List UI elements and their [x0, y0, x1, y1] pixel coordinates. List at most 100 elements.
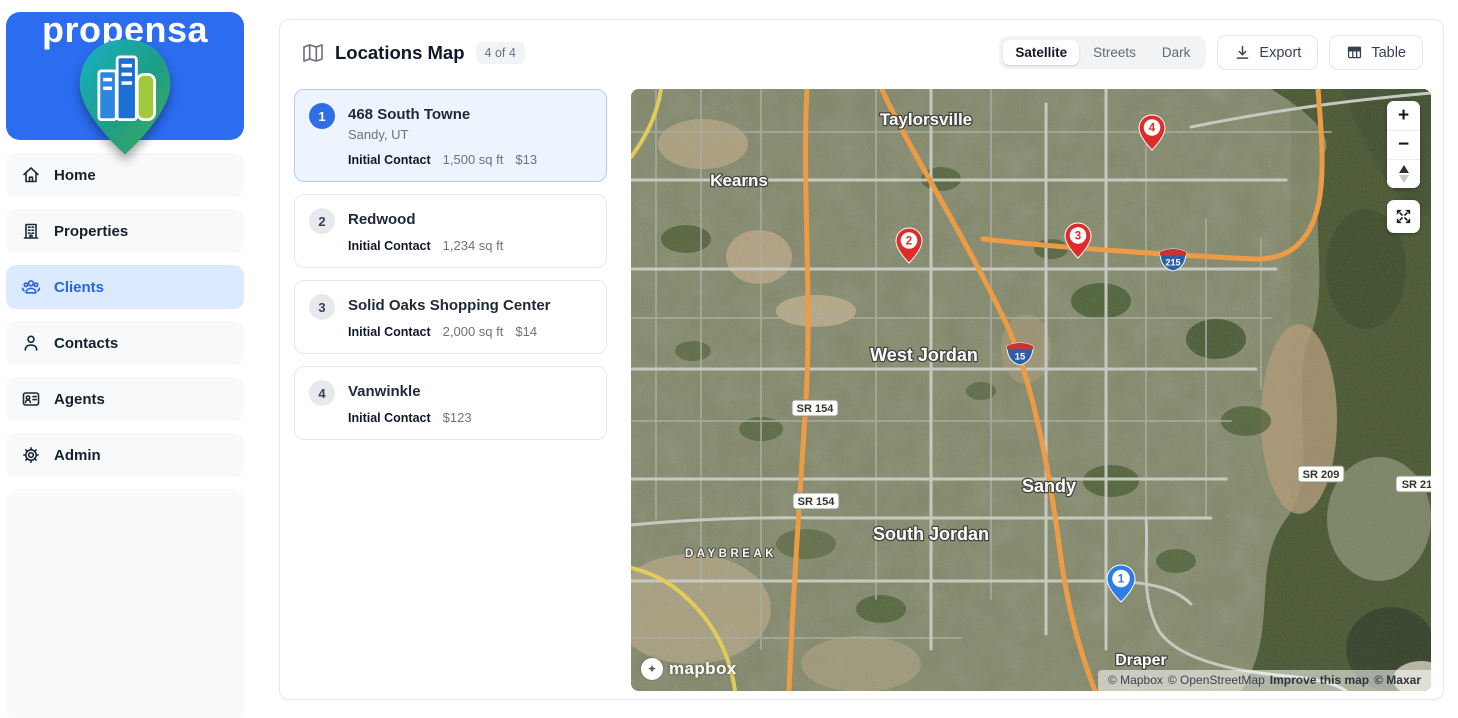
location-card-2[interactable]: 2 Redwood Initial Contact 1,234 sq ft	[294, 194, 607, 268]
zoom-in-button[interactable]: +	[1387, 101, 1420, 130]
attribution-osm-link[interactable]: © OpenStreetMap	[1168, 673, 1265, 687]
fullscreen-button[interactable]	[1387, 200, 1420, 233]
location-name: Redwood	[348, 211, 503, 228]
sidebar-item-contacts[interactable]: Contacts	[6, 321, 244, 365]
svg-text:4: 4	[1149, 123, 1156, 135]
building-icon	[21, 221, 41, 241]
sidebar-item-label: Agents	[54, 391, 105, 408]
sidebar-item-label: Properties	[54, 223, 128, 240]
sidebar-item-home[interactable]: Home	[6, 153, 244, 197]
shield-sr209: SR 209	[1298, 466, 1344, 482]
map-label-daybreak: DAYBREAK	[685, 548, 777, 560]
svg-text:SR 209: SR 209	[1303, 469, 1340, 481]
sidebar-item-clients[interactable]: Clients	[6, 265, 244, 309]
home-icon	[21, 165, 41, 185]
sidebar-item-admin[interactable]: Admin	[6, 433, 244, 477]
style-option-satellite[interactable]: Satellite	[1003, 40, 1079, 65]
map-label-kearns: Kearns	[710, 171, 768, 190]
attribution-mapbox-link[interactable]: © Mapbox	[1108, 673, 1163, 687]
location-name: Solid Oaks Shopping Center	[348, 297, 551, 314]
location-card-4[interactable]: 4 Vanwinkle Initial Contact $123	[294, 366, 607, 440]
page-title: Locations Map	[335, 42, 465, 64]
improve-this-map-link[interactable]: Improve this map	[1270, 673, 1369, 687]
app-window: propensa Home	[0, 0, 1458, 718]
shield-sr154-upper: SR 154	[792, 400, 838, 416]
map-canvas[interactable]: Taylorsville Kearns West Jordan South Jo…	[631, 89, 1431, 691]
shield-sr154-lower: SR 154	[793, 493, 839, 509]
map-style-switcher: Satellite Streets Dark	[999, 36, 1206, 69]
location-stage: Initial Contact	[348, 239, 431, 253]
map-label-west-jordan: West Jordan	[870, 345, 978, 365]
header-actions: Satellite Streets Dark Export	[999, 35, 1423, 70]
svg-text:15: 15	[1015, 352, 1026, 363]
location-card-3[interactable]: 3 Solid Oaks Shopping Center Initial Con…	[294, 280, 607, 354]
location-stage: Initial Contact	[348, 325, 431, 339]
location-price: $13	[515, 152, 537, 167]
svg-text:SR 154: SR 154	[798, 496, 836, 508]
table-icon	[1346, 44, 1363, 61]
style-option-dark[interactable]: Dark	[1150, 40, 1203, 65]
svg-text:215: 215	[1165, 258, 1180, 268]
location-price: $123	[443, 410, 472, 425]
sidebar-item-label: Admin	[54, 447, 101, 464]
fullscreen-icon	[1394, 207, 1413, 226]
sidebar-item-label: Home	[54, 167, 96, 184]
gear-icon	[21, 445, 41, 465]
clients-icon	[21, 277, 41, 297]
location-area: 1,234 sq ft	[443, 238, 504, 253]
brand-pin-icon	[72, 36, 178, 158]
compass-button[interactable]	[1387, 159, 1420, 188]
shield-sr21: SR 21	[1396, 476, 1431, 492]
sidebar-item-agents[interactable]: Agents	[6, 377, 244, 421]
style-option-streets[interactable]: Streets	[1081, 40, 1148, 65]
svg-text:1: 1	[1118, 574, 1125, 586]
map-zoom-control: + −	[1387, 101, 1420, 188]
svg-text:SR 21: SR 21	[1402, 479, 1431, 491]
id-card-icon	[21, 389, 41, 409]
svg-text:SR 154: SR 154	[797, 403, 835, 415]
count-badge: 4 of 4	[476, 42, 525, 64]
export-button[interactable]: Export	[1217, 35, 1318, 70]
compass-north-icon	[1399, 165, 1409, 173]
locations-map-card: Locations Map 4 of 4 Satellite Streets D…	[279, 19, 1444, 700]
card-header: Locations Map 4 of 4 Satellite Streets D…	[280, 20, 1443, 70]
location-stage: Initial Contact	[348, 411, 431, 425]
sidebar-nav: Home Properties Clients	[6, 153, 244, 477]
sidebar-item-properties[interactable]: Properties	[6, 209, 244, 253]
location-card-1[interactable]: 1 468 South Towne Sandy, UT Initial Cont…	[294, 89, 607, 182]
attribution-maxar-link[interactable]: © Maxar	[1374, 673, 1421, 687]
map-container: Taylorsville Kearns West Jordan South Jo…	[631, 89, 1431, 691]
location-name: Vanwinkle	[348, 383, 472, 400]
location-name: 468 South Towne	[348, 106, 537, 123]
location-area: 2,000 sq ft	[443, 324, 504, 339]
location-list: 1 468 South Towne Sandy, UT Initial Cont…	[294, 89, 607, 452]
map-label-draper: Draper	[1115, 652, 1167, 669]
svg-text:3: 3	[1075, 231, 1081, 243]
map-label-south-jordan: South Jordan	[873, 524, 989, 544]
location-number-badge: 4	[309, 380, 335, 406]
location-number-badge: 2	[309, 208, 335, 234]
compass-south-icon	[1399, 175, 1409, 183]
mapbox-logo[interactable]: ✦ mapbox	[641, 658, 737, 680]
location-price: $14	[515, 324, 537, 339]
map-icon	[302, 42, 324, 64]
sidebar-item-label: Clients	[54, 279, 104, 296]
map-label-taylorsville: Taylorsville	[880, 110, 972, 129]
brand-logo[interactable]: propensa	[6, 12, 244, 140]
location-stage: Initial Contact	[348, 153, 431, 167]
sidebar: propensa Home	[0, 0, 245, 718]
sidebar-item-label: Contacts	[54, 335, 118, 352]
mapbox-icon: ✦	[641, 658, 663, 680]
map-attribution: © Mapbox © OpenStreetMap Improve this ma…	[1098, 670, 1431, 691]
person-icon	[21, 333, 41, 353]
location-number-badge: 1	[309, 103, 335, 129]
title-group: Locations Map 4 of 4	[302, 42, 525, 64]
location-city: Sandy, UT	[348, 127, 537, 142]
location-number-badge: 3	[309, 294, 335, 320]
mapbox-wordmark: mapbox	[669, 659, 737, 679]
location-area: 1,500 sq ft	[443, 152, 504, 167]
zoom-out-button[interactable]: −	[1387, 130, 1420, 159]
download-icon	[1234, 44, 1251, 61]
table-button[interactable]: Table	[1329, 35, 1423, 70]
map-label-sandy: Sandy	[1022, 476, 1076, 496]
